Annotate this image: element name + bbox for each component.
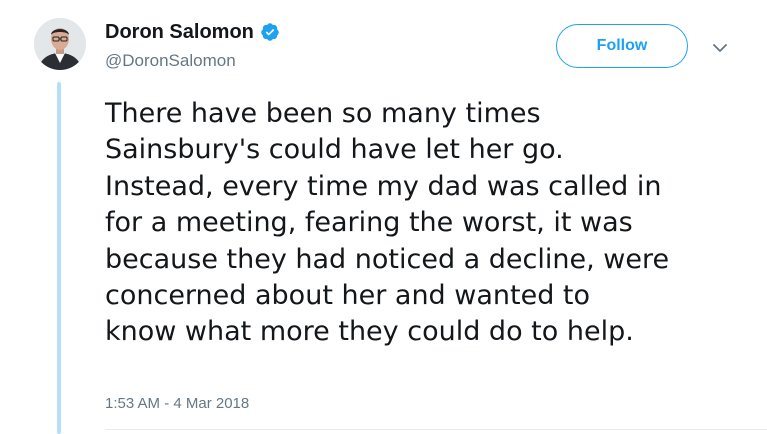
- user-name-row[interactable]: Doron Salomon: [105, 20, 280, 44]
- verified-badge-icon: [260, 22, 280, 42]
- more-options-button[interactable]: [708, 36, 732, 60]
- user-handle[interactable]: @DoronSalomon: [105, 50, 236, 72]
- tweet-text-line: There have been so many times: [105, 98, 541, 129]
- tweet-timestamp[interactable]: 1:53 AM - 4 Mar 2018: [105, 394, 249, 414]
- thread-line: [57, 82, 61, 434]
- tweet-text-line: Instead, every time my dad was called in: [105, 170, 662, 202]
- tweet-text-line: know what more they could do to help.: [105, 316, 634, 348]
- tweet-text: There have been so many times Sainsbury'…: [105, 96, 745, 351]
- follow-button[interactable]: Follow: [556, 24, 688, 68]
- tweet-text-line: because they had noticed a decline, were: [105, 243, 670, 275]
- avatar-image: [34, 18, 86, 70]
- tweet-text-line: for a meeting, fearing the worst, it was: [105, 207, 633, 239]
- tweet-text-line: Sainsbury's could have let her go.: [105, 134, 564, 166]
- divider: [105, 429, 767, 430]
- chevron-down-icon: [713, 43, 727, 52]
- display-name[interactable]: Doron Salomon: [105, 20, 254, 44]
- tweet-text-line: concerned about her and wanted to: [105, 280, 591, 312]
- avatar[interactable]: [34, 18, 86, 70]
